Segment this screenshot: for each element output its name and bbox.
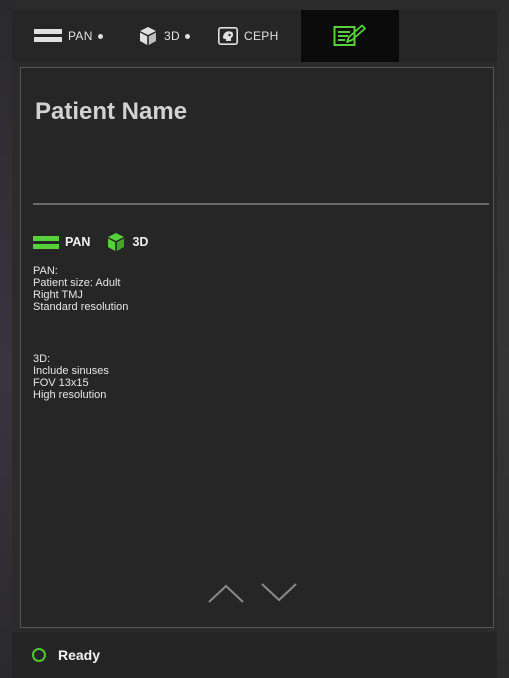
tab-ceph-label: CEPH xyxy=(244,29,279,43)
modality-tab-bar: PAN 3D CEPH xyxy=(12,10,497,62)
chevron-up-icon xyxy=(208,584,244,603)
selected-modes: PAN 3D xyxy=(33,231,148,253)
background-left-edge xyxy=(0,0,12,678)
scroll-up-button[interactable] xyxy=(206,578,246,606)
tab-3d-label: 3D xyxy=(164,29,180,43)
pan-bars-icon xyxy=(34,29,62,42)
cube-icon xyxy=(108,233,125,251)
pan-bars-icon xyxy=(33,235,59,249)
mode-3d-label: 3D xyxy=(132,235,149,249)
status-bar: Ready xyxy=(12,632,497,678)
pan-setting-line: Right TMJ xyxy=(33,289,83,301)
3d-setting-line: High resolution xyxy=(33,389,107,401)
patient-name: Patient Name xyxy=(35,98,188,125)
status-text: Ready xyxy=(58,647,101,663)
navigation-arrows xyxy=(21,578,493,608)
chevron-down-icon xyxy=(261,583,297,602)
background-right-edge xyxy=(497,0,509,678)
tab-3d-indicator-dot xyxy=(184,33,190,39)
3d-setting-line: FOV 13x15 xyxy=(33,377,89,389)
tab-3d[interactable]: 3D xyxy=(138,10,190,62)
3d-settings: 3D: Include sinuses FOV 13x15 High resol… xyxy=(33,353,109,401)
cube-icon xyxy=(140,27,156,45)
scroll-down-button[interactable] xyxy=(259,578,299,606)
tab-ceph[interactable]: CEPH xyxy=(218,10,279,62)
3d-setting-line: Include sinuses xyxy=(33,365,109,377)
pan-settings-title: PAN: xyxy=(33,265,58,277)
pan-setting-line: Standard resolution xyxy=(33,301,129,313)
3d-settings-title: 3D: xyxy=(33,353,51,365)
divider xyxy=(33,203,489,205)
patient-info-panel: Patient Name PAN 3D PAN: Patient size: A… xyxy=(20,67,494,628)
pan-setting-line: Patient size: Adult xyxy=(33,277,121,289)
tab-pan[interactable]: PAN xyxy=(34,10,103,62)
notes-edit-icon xyxy=(333,24,366,46)
ceph-skull-icon xyxy=(218,27,238,45)
pan-settings: PAN: Patient size: Adult Right TMJ Stand… xyxy=(33,265,128,313)
tab-notes[interactable] xyxy=(301,10,399,62)
status-ring-icon xyxy=(32,648,46,662)
mode-pan-label: PAN xyxy=(65,235,91,249)
tab-pan-indicator-dot xyxy=(97,33,103,39)
tab-pan-label: PAN xyxy=(68,29,93,43)
